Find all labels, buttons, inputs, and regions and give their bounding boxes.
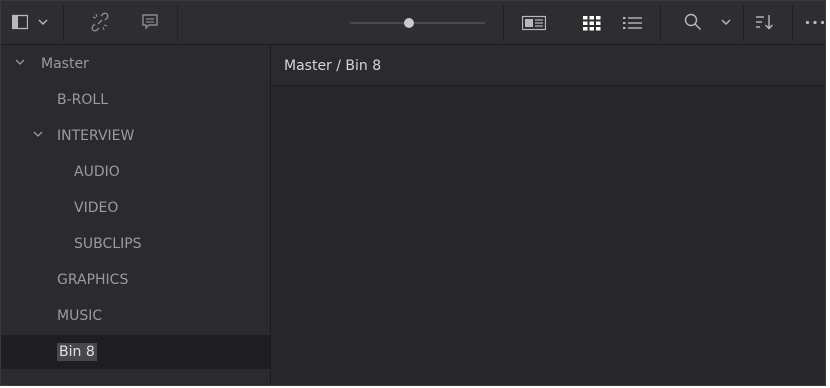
slider-handle[interactable] xyxy=(404,18,415,28)
toolbar-divider xyxy=(743,5,744,41)
chevron-down-icon[interactable] xyxy=(33,130,43,138)
bin-label: Master xyxy=(41,56,89,72)
bin-label: AUDIO xyxy=(74,164,120,180)
bin-label: INTERVIEW xyxy=(57,128,135,144)
more-options-icon[interactable] xyxy=(805,20,825,25)
metadata-view-icon[interactable] xyxy=(522,15,546,31)
chevron-down-icon[interactable] xyxy=(38,18,48,26)
chevron-down-icon[interactable] xyxy=(15,58,25,66)
chevron-down-icon[interactable] xyxy=(721,18,731,26)
bin-interview[interactable]: INTERVIEW xyxy=(1,119,270,153)
bin-subclips[interactable]: SUBCLIPS xyxy=(1,227,270,261)
toolbar-divider xyxy=(792,5,793,41)
bin-audio[interactable]: AUDIO xyxy=(1,155,270,189)
thumbnail-size-slider[interactable] xyxy=(350,22,485,24)
media-pool-panel: Master B-ROLL INTERVIEW AUDIO VIDEO SUBC… xyxy=(0,0,826,386)
breadcrumb-path: Master / Bin 8 xyxy=(284,58,382,74)
bin-content-area[interactable] xyxy=(271,86,825,385)
bin-music[interactable]: MUSIC xyxy=(1,299,270,333)
bin-label: SUBCLIPS xyxy=(74,236,142,252)
toolbar-divider xyxy=(177,5,178,41)
sidebar-toggle-icon[interactable] xyxy=(12,14,28,30)
breadcrumb: Master / Bin 8 xyxy=(271,45,825,86)
toolbar-divider xyxy=(660,5,661,41)
unlink-icon[interactable] xyxy=(90,12,110,32)
bin-label: MUSIC xyxy=(57,308,103,324)
list-view-icon[interactable] xyxy=(623,15,643,31)
bin-label: GRAPHICS xyxy=(57,272,129,288)
bin-label: B-ROLL xyxy=(57,92,109,108)
bin-master[interactable]: Master xyxy=(1,47,270,81)
bin-video[interactable]: VIDEO xyxy=(1,191,270,225)
bin-bin-8[interactable]: Bin 8 xyxy=(1,335,270,369)
bin-b-roll[interactable]: B-ROLL xyxy=(1,83,270,117)
bin-label: Bin 8 xyxy=(57,343,97,361)
search-icon[interactable] xyxy=(684,13,702,31)
sort-icon[interactable] xyxy=(756,14,774,30)
toolbar-divider xyxy=(503,5,504,41)
bin-list-sidebar: Master B-ROLL INTERVIEW AUDIO VIDEO SUBC… xyxy=(1,45,271,385)
grid-view-icon[interactable] xyxy=(583,15,601,31)
bin-label: VIDEO xyxy=(74,200,119,216)
bin-graphics[interactable]: GRAPHICS xyxy=(1,263,270,297)
toolbar-divider xyxy=(63,5,64,41)
media-pool-toolbar xyxy=(1,1,825,45)
metadata-icon[interactable] xyxy=(140,12,160,32)
